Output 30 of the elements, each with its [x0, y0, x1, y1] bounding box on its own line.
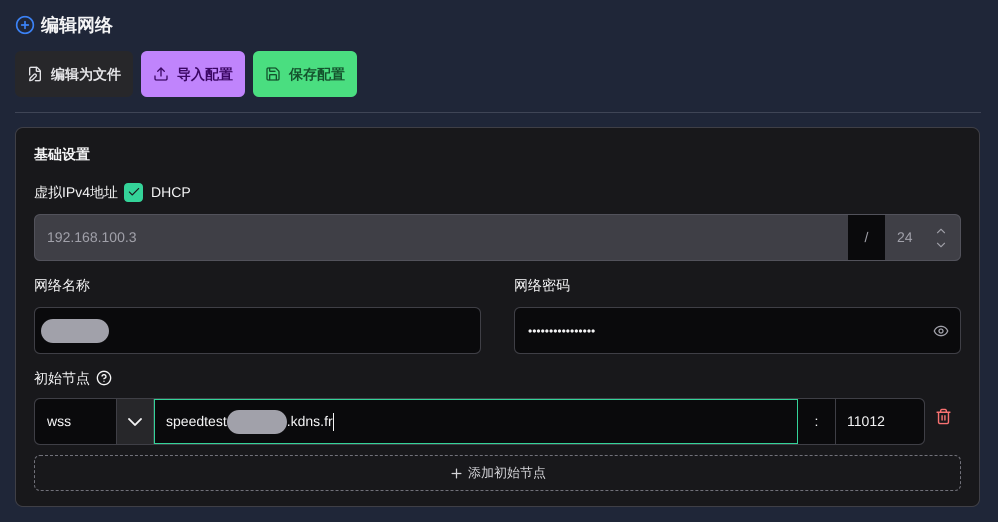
chevron-down-icon [128, 418, 142, 426]
section-title: 基础设置 [34, 145, 90, 164]
add-circle-icon [15, 15, 35, 35]
help-icon[interactable] [96, 370, 112, 386]
import-button[interactable]: 导入配置 [141, 51, 245, 97]
network-name-field[interactable] [34, 307, 481, 354]
save-button[interactable]: 保存配置 [253, 51, 357, 97]
plus-icon [449, 466, 464, 480]
protocol-select[interactable]: wss [35, 399, 116, 444]
field-label: 虚拟IPv4地址 [34, 182, 118, 202]
eye-icon[interactable] [933, 322, 949, 338]
file-edit-icon [27, 66, 43, 82]
save-icon [265, 66, 281, 82]
separator-label: / [848, 215, 885, 260]
field-label: 网络名称 [34, 276, 90, 295]
url-text: .kdns.fr [286, 412, 333, 431]
page-title: 编辑网络 [41, 14, 113, 36]
separator-label: : [798, 399, 836, 444]
field-label: 网络密码 [514, 276, 570, 295]
field-label: 初始节点 [34, 368, 90, 388]
port-field[interactable]: 11012 [836, 399, 924, 444]
password-field[interactable]: •••••••••••••••• [514, 307, 961, 354]
delete-icon[interactable] [934, 408, 952, 425]
text-cursor [332, 412, 334, 430]
edit-button[interactable]: 编辑为文件 [15, 51, 133, 97]
peer-url-field[interactable]: speedtest .kdns.fr [154, 399, 798, 444]
checkbox-label: DHCP [151, 182, 191, 202]
url-text: speedtest [166, 412, 227, 431]
upload-icon [153, 66, 169, 82]
add-peer-button[interactable]: 添加初始节点 [34, 455, 961, 491]
